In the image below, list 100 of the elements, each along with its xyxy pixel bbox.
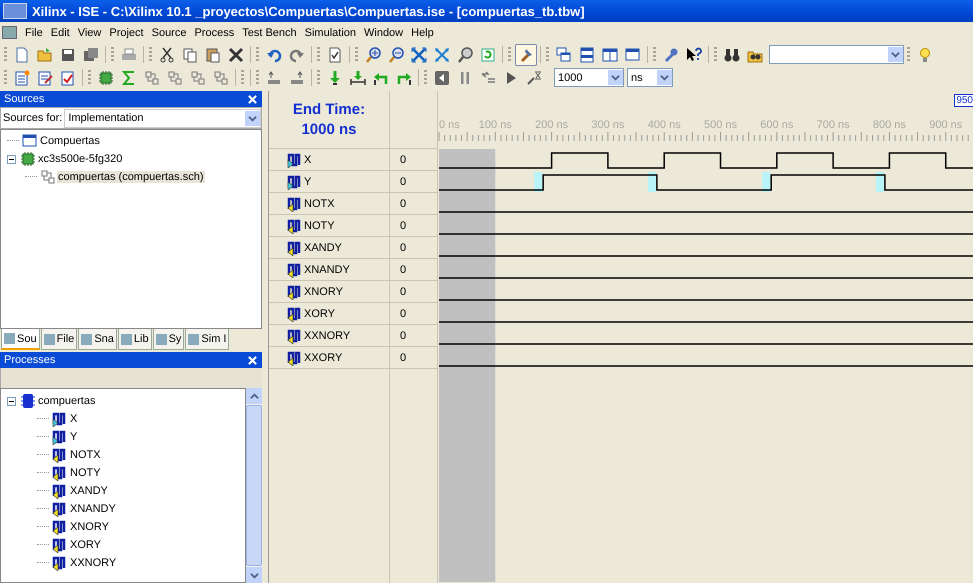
collapse-toggle[interactable]: [7, 154, 16, 164]
close-button[interactable]: [247, 94, 258, 104]
panel-tab[interactable]: File: [40, 329, 78, 350]
close-button[interactable]: [247, 354, 258, 366]
transition-marker: [762, 172, 770, 192]
caret-up-icon: [250, 392, 258, 400]
transition-marker: [876, 172, 884, 192]
signal-name[interactable]: XNORY: [304, 286, 343, 298]
panel-tab[interactable]: Sna: [78, 329, 117, 350]
menu-item[interactable]: Source: [148, 26, 190, 38]
tree-item[interactable]: compuertas: [37, 395, 96, 407]
document-icon: [2, 26, 17, 39]
window-icon: [625, 46, 641, 62]
print-icon: [121, 46, 137, 62]
signal-name[interactable]: XXNORY: [304, 330, 350, 342]
menu-item[interactable]: Window: [360, 26, 408, 38]
menu-item[interactable]: Edit: [46, 26, 74, 38]
transition-marker: [534, 172, 542, 192]
signal-value: 0: [400, 198, 406, 210]
menu-item[interactable]: File: [21, 26, 47, 38]
tile-vertical-icon: [602, 46, 618, 62]
outdent-icon: [289, 70, 305, 86]
unit-combo-box[interactable]: ns: [627, 68, 673, 87]
sources-for-dropdown[interactable]: Implementation: [64, 108, 261, 128]
signal-value: 0: [400, 330, 406, 342]
output-signal-icon: [287, 328, 303, 344]
help-pointer-icon: [686, 46, 702, 62]
collapse-toggle[interactable]: [7, 396, 16, 406]
save-icon: [60, 46, 76, 62]
new-file-icon: [14, 46, 30, 62]
chip-icon: [98, 70, 114, 86]
tree-item[interactable]: XNANDY: [69, 503, 117, 515]
tree-item[interactable]: NOTY: [69, 467, 102, 479]
tree-item[interactable]: XORY: [69, 539, 102, 551]
output-signal-icon: [52, 465, 68, 481]
signal-value: 0: [400, 286, 406, 298]
delete-icon: [228, 46, 244, 62]
end-time-value: 1000 ns: [301, 121, 357, 138]
output-signal-icon: [52, 555, 68, 571]
step-icon: [480, 70, 496, 86]
tree-item[interactable]: XXNORY: [69, 557, 118, 569]
time-tick-label: 500 ns: [704, 119, 738, 131]
input-signal-icon: [287, 174, 303, 190]
zoom-full-icon: [434, 46, 450, 62]
output-signal-icon: [52, 501, 68, 517]
tree-item[interactable]: NOTX: [69, 449, 102, 461]
schematic-icon: [40, 169, 56, 185]
scroll-thumb[interactable]: [246, 405, 262, 566]
menu-item[interactable]: Help: [407, 26, 438, 38]
menu-item[interactable]: Simulation: [300, 26, 360, 38]
module-icon: [20, 393, 36, 409]
chip-icon: [20, 151, 36, 167]
panel-tab[interactable]: Sou: [1, 329, 40, 350]
signal-name[interactable]: XXORY: [304, 352, 342, 364]
tree-item[interactable]: xc3s500e-5fg320: [37, 153, 124, 165]
scroll-down-button[interactable]: [246, 567, 262, 583]
signal-name[interactable]: NOTX: [304, 198, 335, 210]
time-tick-label: 100 ns: [478, 119, 512, 131]
hammer-button[interactable]: [515, 44, 537, 66]
panel-tab[interactable]: Sim I: [185, 329, 230, 350]
sigma-icon: [121, 70, 137, 86]
panel-title: Sources: [4, 93, 44, 105]
scroll-up-button[interactable]: [246, 388, 262, 404]
signal-name[interactable]: Y: [304, 176, 312, 188]
menu-item[interactable]: Process: [190, 26, 238, 38]
signal-value: 0: [400, 242, 406, 254]
tree-item[interactable]: Y: [69, 431, 78, 443]
time-tick-label: 800 ns: [872, 119, 906, 131]
panel-tab[interactable]: Lib: [118, 329, 152, 350]
output-signal-icon: [52, 537, 68, 553]
scrollbar[interactable]: [246, 388, 262, 583]
tree-item[interactable]: X: [69, 413, 78, 425]
signal-value: 0: [400, 220, 406, 232]
signal-value: 0: [400, 176, 406, 188]
output-signal-icon: [52, 519, 68, 535]
menu-item[interactable]: Test Bench: [238, 26, 301, 38]
menu-item[interactable]: View: [74, 26, 106, 38]
check-report-icon: [60, 70, 76, 86]
time-combo-box[interactable]: 1000: [554, 68, 624, 87]
output-signal-icon: [52, 447, 68, 463]
menu-item[interactable]: Project: [105, 26, 148, 38]
signal-name[interactable]: XORY: [304, 308, 335, 320]
cursor-time-label: 950: [954, 94, 973, 107]
signal-name[interactable]: XNANDY: [304, 264, 350, 276]
magnifier-icon: [457, 46, 473, 62]
cascade-windows-icon: [556, 46, 572, 62]
output-signal-icon: [287, 196, 303, 212]
panel-tab[interactable]: Sy: [152, 329, 184, 350]
cut-icon: [159, 46, 175, 62]
tree-item[interactable]: Compuertas: [39, 135, 101, 147]
time-tick-label: 0 ns: [439, 119, 460, 131]
signal-value: 0: [400, 154, 406, 166]
signal-name[interactable]: X: [304, 154, 312, 166]
signal-name[interactable]: NOTY: [304, 220, 335, 232]
tree-item[interactable]: compuertas (compuertas.sch): [57, 171, 204, 183]
signal-name[interactable]: XANDY: [304, 242, 342, 254]
tree-item[interactable]: XNORY: [69, 521, 110, 533]
gate-grid-icon: [167, 70, 183, 86]
zoom-in-icon: [365, 46, 381, 62]
tree-item[interactable]: XANDY: [69, 485, 109, 497]
